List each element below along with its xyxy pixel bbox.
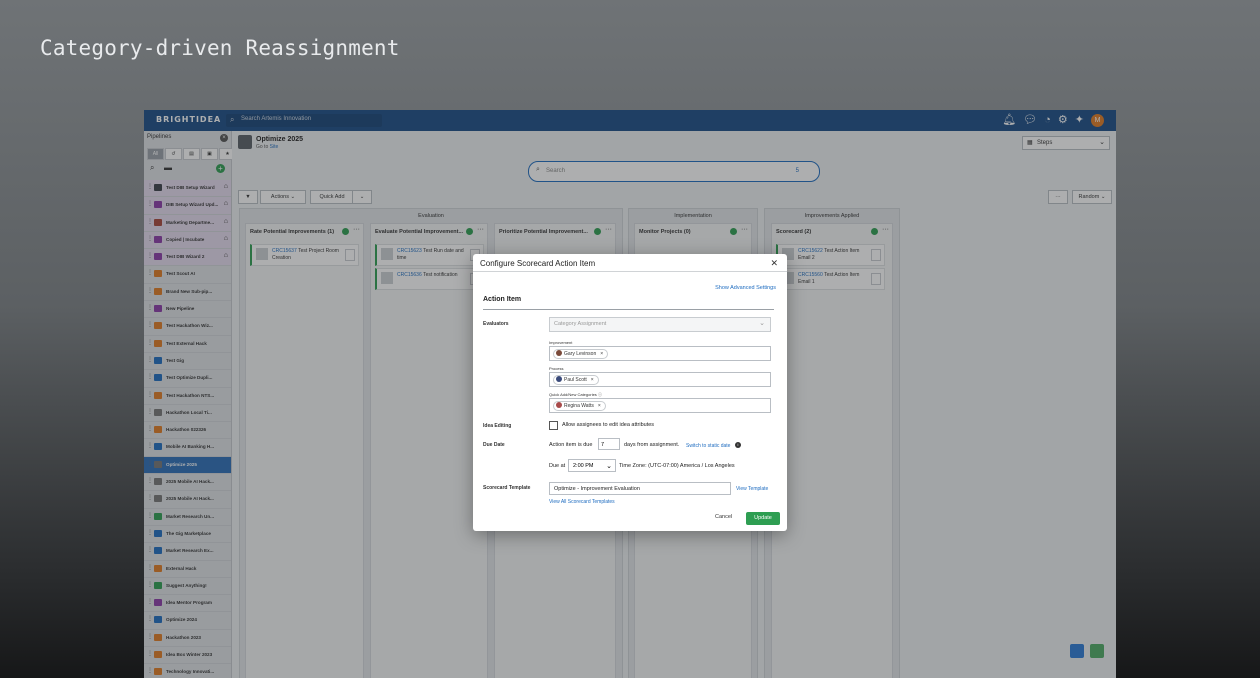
avatar	[556, 350, 562, 356]
due-suffix: days from assignment.	[624, 442, 680, 448]
improvement-evaluators-field[interactable]: Gary Levinson ×	[549, 346, 771, 361]
remove-icon[interactable]: ×	[600, 351, 603, 357]
switch-static-date-link[interactable]: Switch to static date	[686, 443, 730, 449]
evaluator-name: Regina Watts	[564, 403, 594, 409]
idea-editing-label: Idea Editing	[483, 423, 512, 429]
modal-title: Configure Scorecard Action Item	[480, 259, 596, 268]
evaluator-tag: Regina Watts ×	[553, 401, 606, 411]
info-icon[interactable]: i	[735, 442, 741, 448]
view-all-templates-link[interactable]: View All Scorecard Templates	[549, 499, 615, 505]
avatar	[556, 402, 562, 408]
floating-buttons	[1070, 644, 1104, 658]
chevron-down-icon: ⌄	[759, 320, 765, 327]
process-evaluators-field[interactable]: Paul Scott ×	[549, 372, 771, 387]
close-icon[interactable]: ✕	[770, 258, 778, 269]
remove-icon[interactable]: ×	[598, 403, 601, 409]
allow-edit-checkbox[interactable]	[549, 421, 558, 430]
category-placeholder: Category Assignment	[554, 321, 607, 327]
evaluators-label: Evaluators	[483, 321, 509, 327]
avatar	[556, 376, 562, 382]
update-button[interactable]: Update	[746, 512, 780, 525]
due-time-select[interactable]: 2:00 PM ⌄	[568, 459, 616, 472]
scorecard-template-field[interactable]: Optimize - Improvement Evaluation	[549, 482, 731, 495]
info-icon[interactable]: ⓘ	[598, 392, 602, 397]
chevron-down-icon: ⌄	[606, 463, 612, 470]
floating-green-button[interactable]	[1090, 644, 1104, 658]
evaluator-tag: Gary Levinson ×	[553, 349, 609, 359]
section-title: Action Item	[483, 296, 522, 303]
floating-blue-button[interactable]	[1070, 644, 1084, 658]
divider	[473, 271, 787, 272]
due-date-label: Due Date	[483, 442, 505, 448]
due-at-label: Due at	[549, 463, 566, 469]
quick-add-evaluators-field[interactable]: Regina Watts ×	[549, 398, 771, 413]
due-time-value: 2:00 PM	[573, 463, 594, 469]
scorecard-template-label: Scorecard Template	[483, 485, 531, 491]
timezone-text: Time Zone: (UTC-07:00) America / Los Ang…	[619, 463, 735, 469]
configure-action-item-modal: Configure Scorecard Action Item ✕ Show A…	[473, 254, 787, 531]
evaluator-name: Paul Scott	[564, 377, 587, 383]
page-heading: Category-driven Reassignment	[40, 36, 400, 60]
remove-icon[interactable]: ×	[591, 377, 594, 383]
allow-edit-text: Allow assignees to edit idea attributes	[562, 422, 655, 428]
due-days-input[interactable]: 7	[598, 438, 620, 450]
evaluator-tag: Paul Scott ×	[553, 375, 599, 385]
group-label-process: Process	[549, 366, 564, 371]
group-label-text: Quick Add/New Categories	[549, 392, 597, 397]
cancel-button[interactable]: Cancel	[715, 514, 732, 520]
group-label-improvement: Improvement	[549, 340, 573, 345]
view-template-link[interactable]: View Template	[736, 486, 768, 492]
evaluator-name: Gary Levinson	[564, 351, 597, 357]
show-advanced-settings-link[interactable]: Show Advanced Settings	[715, 285, 776, 291]
category-assignment-select[interactable]: Category Assignment ⌄	[549, 317, 771, 332]
due-prefix: Action item is due	[549, 442, 593, 448]
divider	[483, 309, 774, 310]
